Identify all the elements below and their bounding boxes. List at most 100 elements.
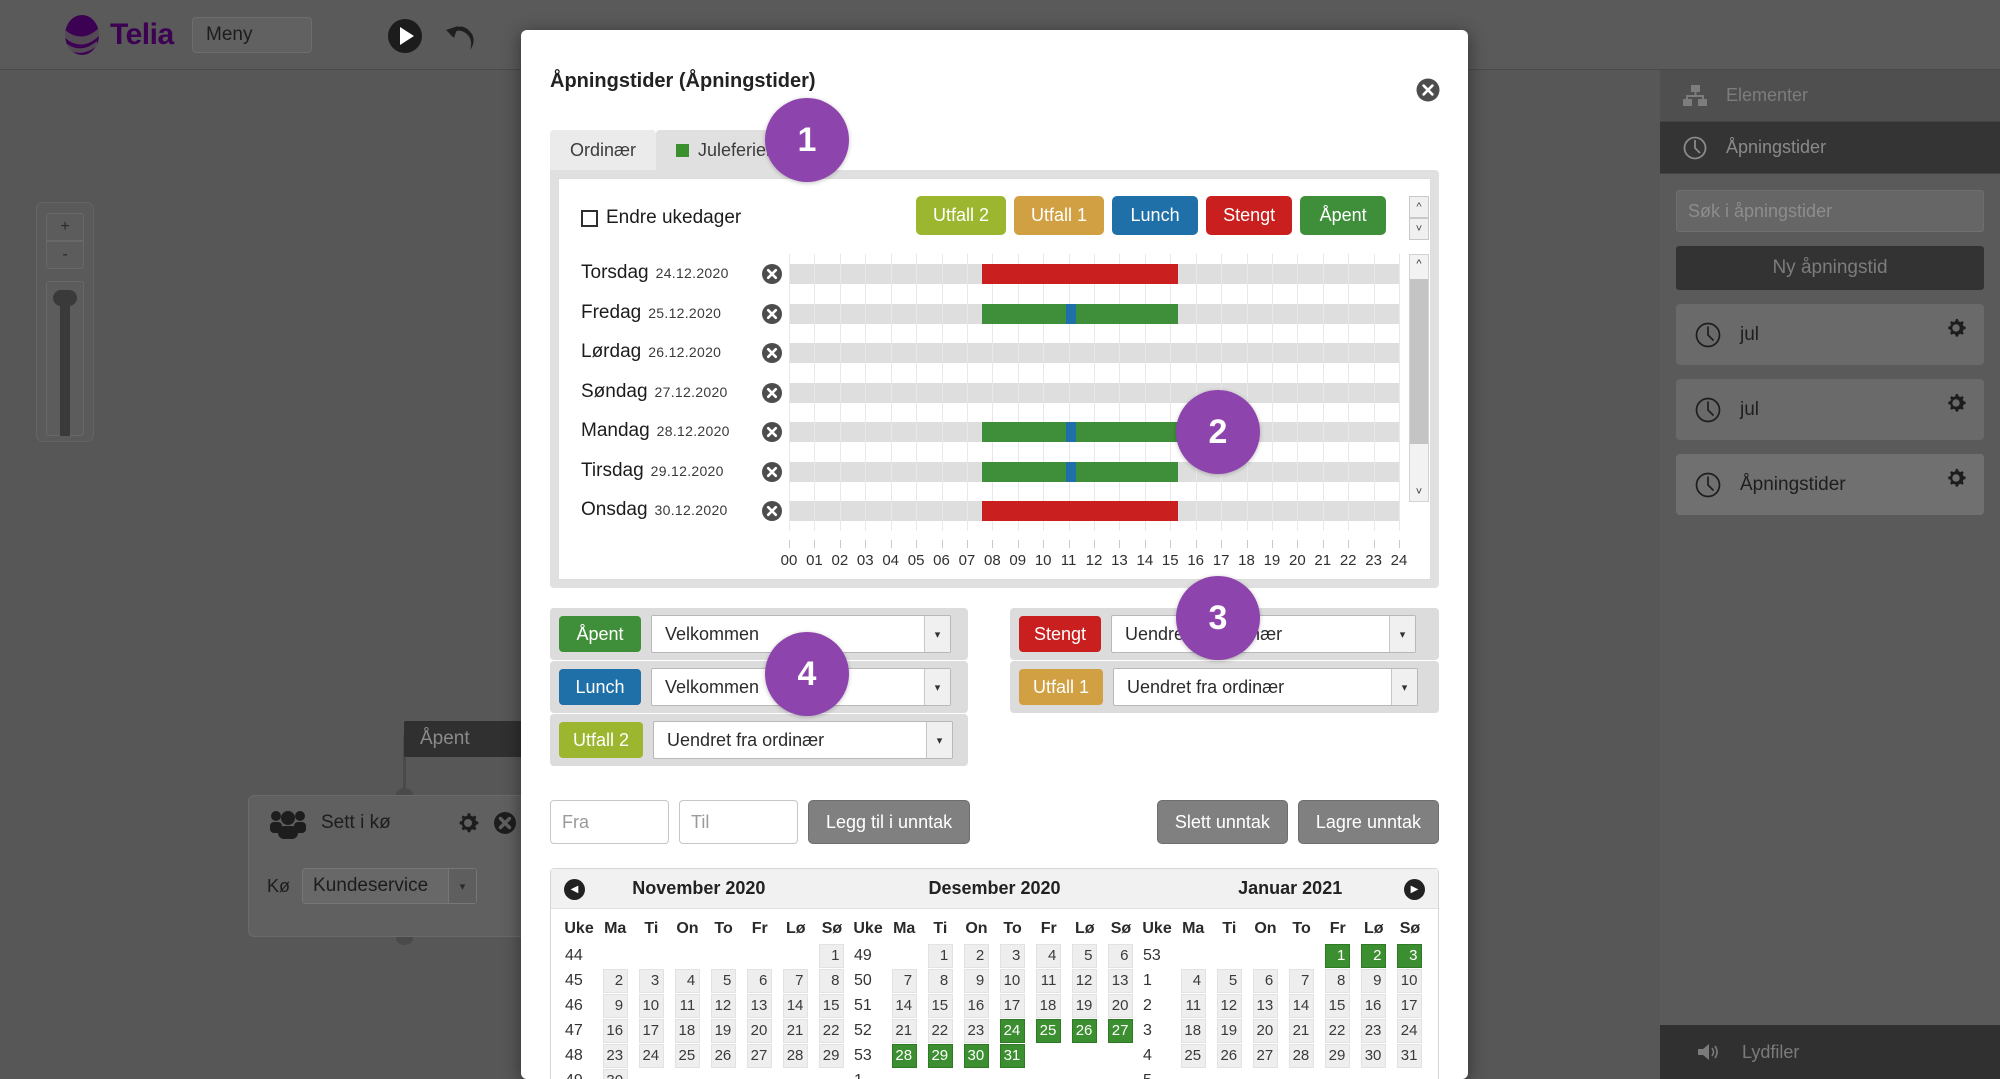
calendar-day-cell[interactable]: 5 [706,968,742,993]
calendar-day-number[interactable]: 19 [1072,993,1098,1018]
timeline-segment-lunch[interactable] [1066,303,1077,324]
new-opening-hours-button[interactable]: Ny åpningstid [1676,246,1984,290]
timeline-day-row[interactable]: Søndag 27.12.2020 [581,372,1401,412]
calendar-day-cell[interactable]: 4 [1031,943,1067,968]
calendar-day-number[interactable]: 14 [892,993,918,1018]
timeline-segment-lunch[interactable] [1066,461,1077,482]
sidebar-tab-elementer[interactable]: Elementer [1660,70,2000,122]
calendar-day-number[interactable]: 29 [819,1043,845,1068]
calendar-day-number[interactable]: 16 [1361,993,1387,1018]
calendar-day-number[interactable]: 6 [747,968,773,993]
calendar-day-number[interactable]: 9 [603,993,629,1018]
calendar-day-number[interactable]: 6 [1108,943,1134,968]
calendar-day-cell[interactable]: 21 [778,1018,814,1043]
calendar-day-cell[interactable]: 28 [887,1043,923,1068]
timeline-day-row[interactable]: Onsdag 30.12.2020 [581,491,1401,531]
calendar-day-number[interactable]: 12 [711,993,737,1018]
calendar-day-cell[interactable]: 21 [1284,1018,1320,1043]
calendar-day-number[interactable]: 24 [1397,1018,1423,1043]
calendar-day-cell[interactable]: 3 [634,968,670,993]
calendar-day-number[interactable]: 4 [1036,943,1062,968]
scrollbar-arrow-up-icon[interactable]: ^ [1409,254,1429,274]
zoom-in-button[interactable]: + [46,213,84,241]
calendar-day-number[interactable]: 2 [964,943,990,968]
calendar-day-cell[interactable]: 26 [706,1043,742,1068]
undo-icon[interactable] [440,16,480,56]
state-button-åpent[interactable]: Åpent [1300,196,1387,235]
calendar-day-number[interactable]: 25 [1181,1043,1207,1068]
state-button-utfall-1[interactable]: Utfall 1 [1014,196,1105,235]
add-exception-button[interactable]: Legg til i unntak [808,800,971,844]
calendar-day-number[interactable]: 23 [1361,1018,1387,1043]
timeline-segment-stengt[interactable] [982,264,1178,284]
calendar-day-cell[interactable]: 16 [959,993,995,1018]
calendar-day-number[interactable]: 19 [711,1018,737,1043]
calendar-day-number[interactable]: 20 [1253,1018,1279,1043]
calendar-day-number[interactable]: 2 [603,968,629,993]
calendar-day-number[interactable]: 8 [819,968,845,993]
selector-badge-åpent[interactable]: Åpent [559,616,641,652]
calendar-day-cell[interactable]: 7 [887,968,923,993]
timeline-segment-lunch[interactable] [1066,422,1077,442]
calendar-day-cell[interactable]: 30 [959,1043,995,1068]
calendar-day-cell[interactable]: 22 [1320,1018,1356,1043]
scroll-up-button[interactable]: ^ [1409,196,1429,218]
calendar-day-number[interactable]: 20 [747,1018,773,1043]
calendar-day-number[interactable]: 18 [1036,993,1062,1018]
calendar-day-number[interactable]: 16 [964,993,990,1018]
calendar-day-number[interactable]: 24 [639,1043,665,1068]
flow-node-queue[interactable]: Sett i kø Kø Kundeservice ▾ [248,795,546,937]
calendar-day-number[interactable]: 6 [1253,968,1279,993]
exception-to-input[interactable]: Til [679,800,798,844]
calendar-day-cell[interactable]: 25 [670,1043,706,1068]
calendar-day-cell[interactable]: 4 [1176,968,1212,993]
timeline-day-track[interactable] [789,451,1400,491]
calendar-day-cell[interactable]: 12 [1067,968,1103,993]
calendar-day-cell[interactable]: 6 [742,968,778,993]
remove-circle-icon[interactable] [761,461,783,483]
calendar-day-number[interactable]: 10 [1397,968,1423,993]
calendar-day-cell[interactable]: 24 [995,1018,1031,1043]
calendar-day-cell[interactable]: 14 [887,993,923,1018]
calendar-day-number[interactable]: 25 [1036,1018,1062,1043]
calendar-day-number[interactable]: 23 [964,1018,990,1043]
calendar-day-number[interactable]: 29 [1325,1043,1351,1068]
calendar-day-number[interactable]: 30 [603,1068,629,1079]
calendar-day-number[interactable]: 4 [1181,968,1207,993]
calendar-day-number[interactable]: 17 [1397,993,1423,1018]
calendar-day-number[interactable]: 1 [928,943,954,968]
calendar-day-cell[interactable]: 19 [706,1018,742,1043]
schedule-scrollbar-thumb[interactable] [1410,279,1428,444]
calendar-day-cell[interactable]: 22 [923,1018,959,1043]
calendar-day-cell[interactable]: 8 [814,968,850,993]
calendar-day-number[interactable]: 22 [819,1018,845,1043]
calendar-day-number[interactable]: 5 [1072,943,1098,968]
calendar-day-cell[interactable]: 17 [634,1018,670,1043]
remove-circle-icon[interactable] [761,342,783,364]
delete-exception-button[interactable]: Slett unntak [1156,800,1288,844]
calendar-day-cell[interactable]: 15 [814,993,850,1018]
calendar-day-number[interactable]: 3 [1397,943,1423,968]
calendar-day-number[interactable]: 30 [1361,1043,1387,1068]
selector-badge-utfall-1[interactable]: Utfall 1 [1019,669,1104,705]
sidebar-item-jul-2[interactable]: jul [1676,379,1984,440]
calendar-day-number[interactable]: 24 [1000,1018,1026,1043]
calendar-day-cell[interactable]: 25 [1031,1018,1067,1043]
timeline-day-row[interactable]: Lørdag 26.12.2020 [581,333,1401,373]
calendar-day-cell[interactable]: 11 [1176,993,1212,1018]
calendar-day-number[interactable]: 16 [603,1018,629,1043]
calendar-day-cell[interactable]: 29 [814,1043,850,1068]
calendar-day-number[interactable]: 8 [928,968,954,993]
calendar-day-cell[interactable]: 23 [959,1018,995,1043]
calendar-day-cell[interactable]: 11 [1031,968,1067,993]
calendar-day-cell[interactable]: 30 [598,1068,634,1079]
calendar-day-number[interactable]: 14 [1289,993,1315,1018]
calendar-day-cell[interactable]: 18 [1176,1018,1212,1043]
zoom-out-button[interactable]: - [46,241,84,269]
calendar-day-number[interactable]: 3 [639,968,665,993]
calendar-day-number[interactable]: 13 [747,993,773,1018]
timeline-segment-åpent[interactable] [982,461,1178,482]
state-button-stengt[interactable]: Stengt [1206,196,1293,235]
calendar-day-number[interactable]: 14 [783,993,809,1018]
calendar-day-cell[interactable]: 10 [1392,968,1428,993]
